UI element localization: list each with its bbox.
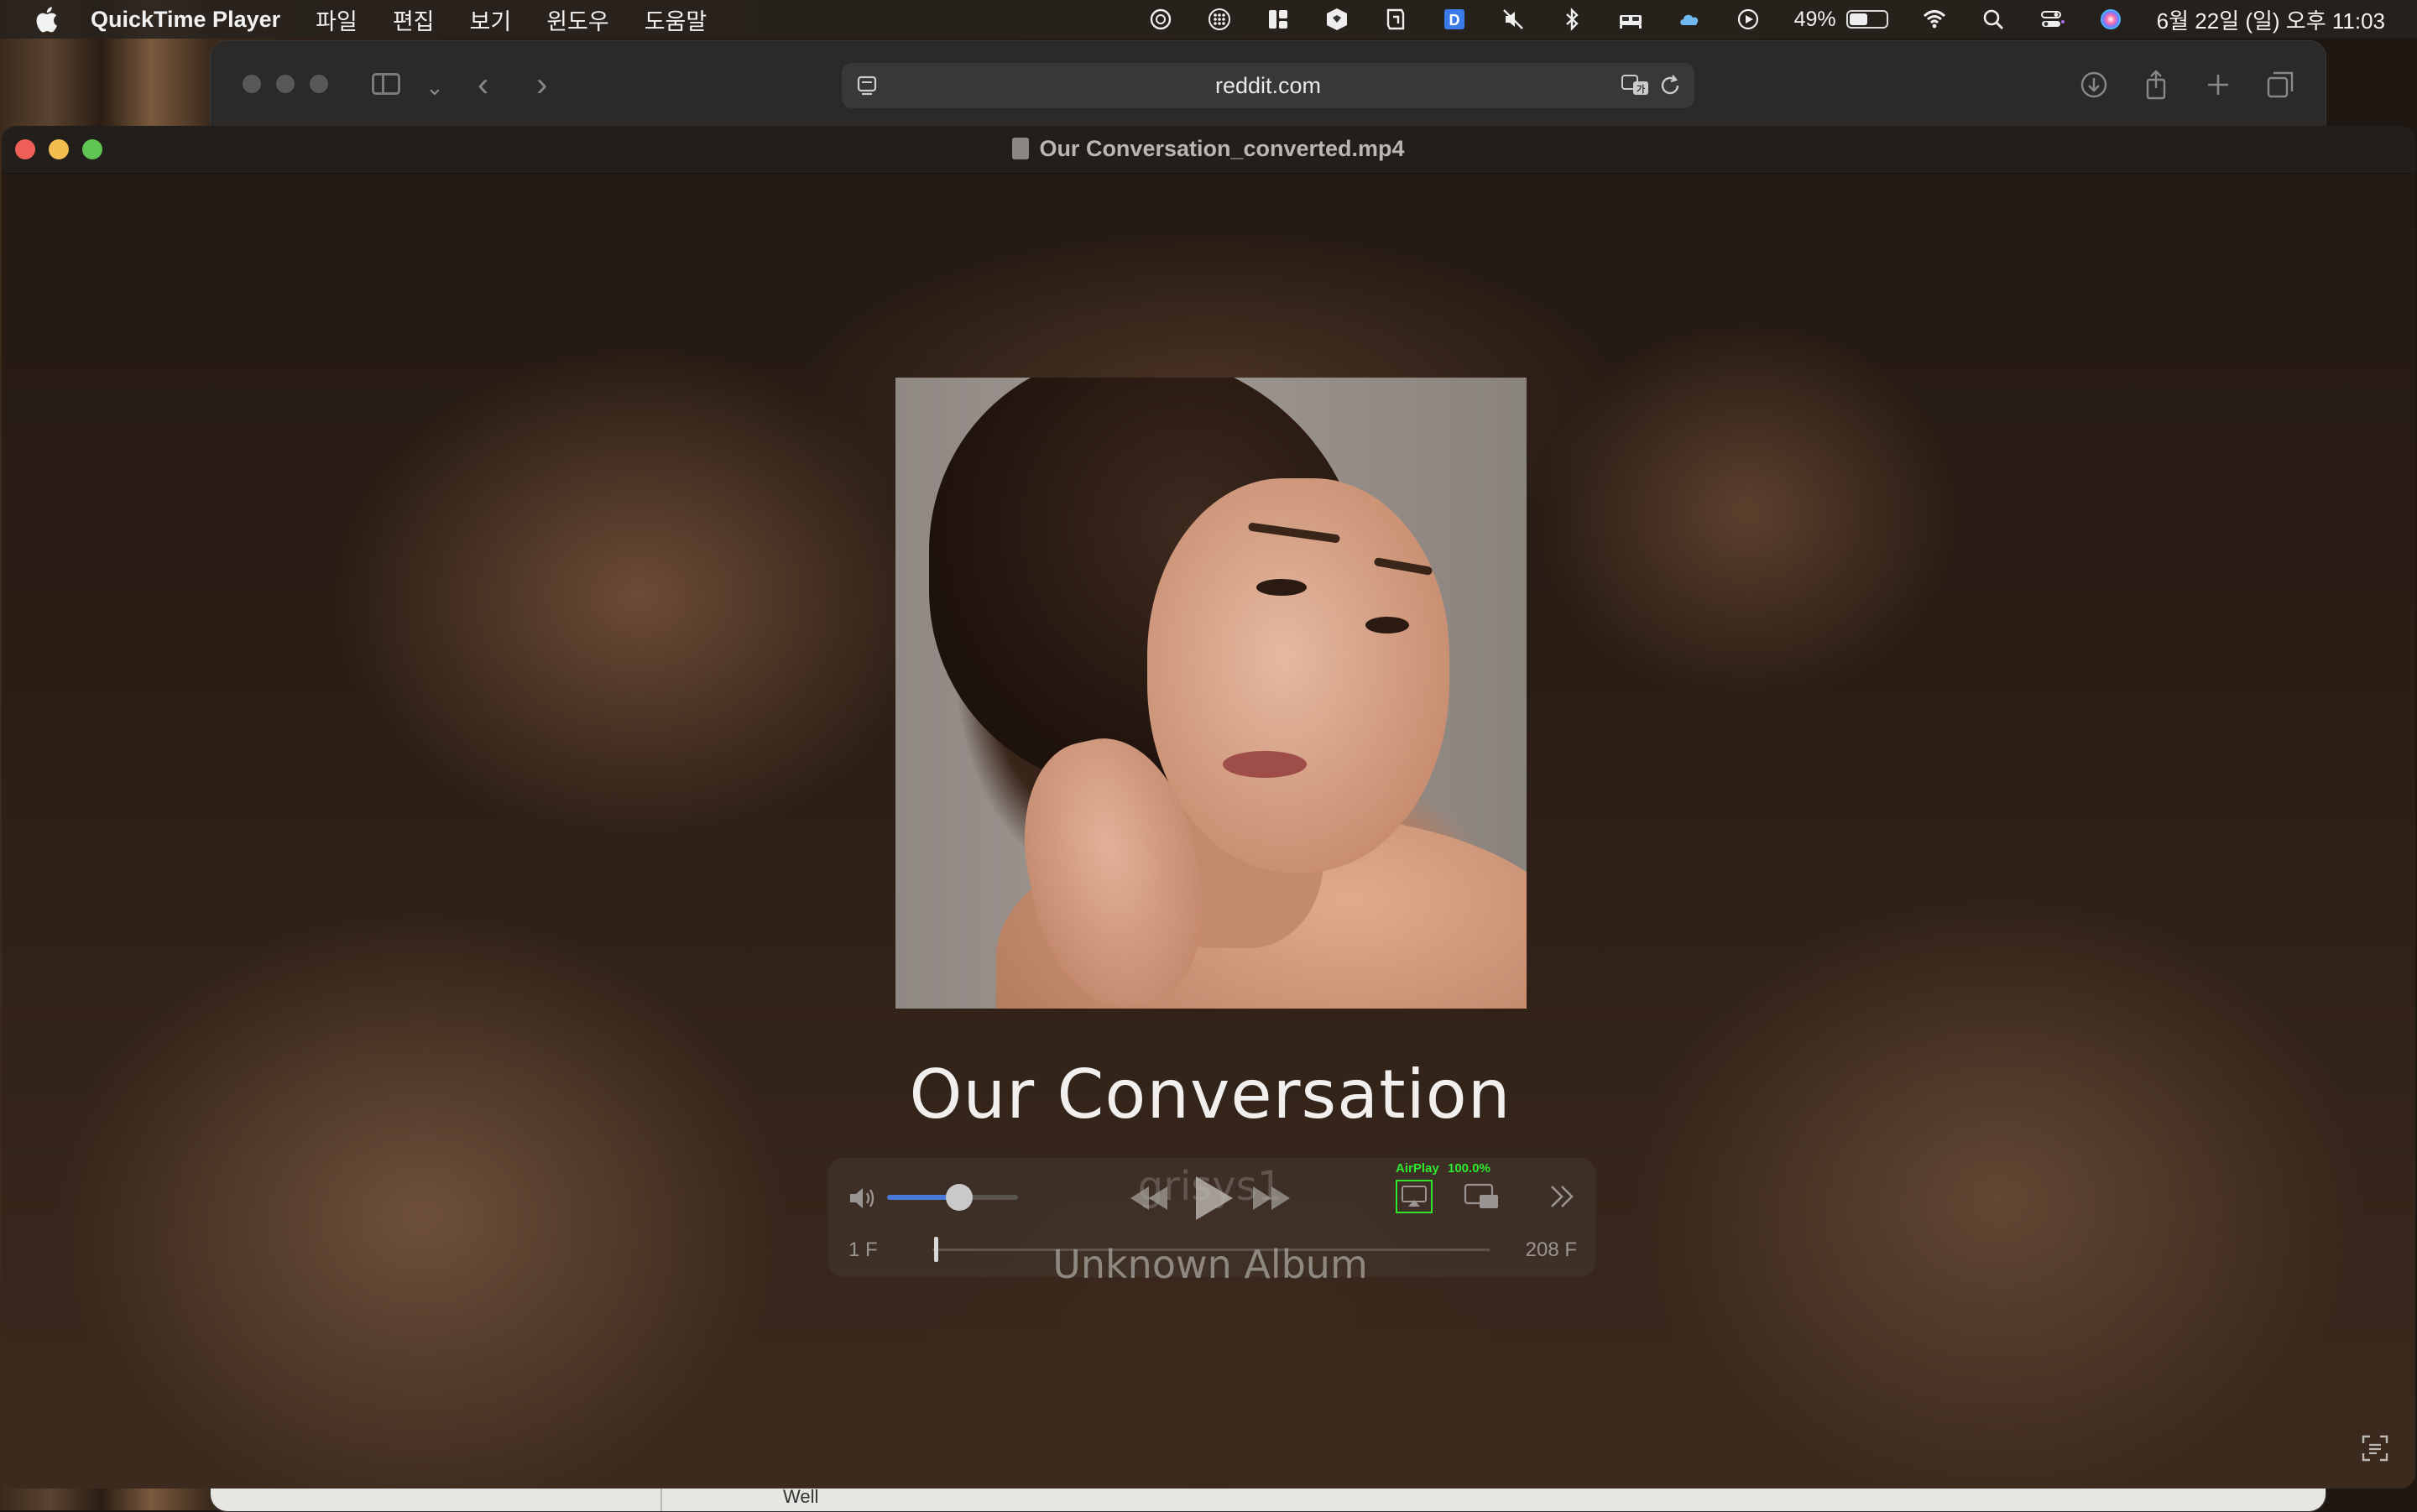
safari-content-label: Well (783, 1486, 819, 1507)
translate-icon[interactable]: 가 (1621, 73, 1651, 98)
menu-bar-clock[interactable]: 6월 22일 (일) 오후 11:03 (2157, 4, 2385, 35)
grid-dots-icon[interactable] (1207, 7, 1232, 32)
control-center-icon[interactable] (2039, 7, 2065, 32)
search-icon[interactable] (1981, 7, 2006, 32)
battery-icon[interactable] (1845, 10, 1888, 29)
artwork-eye-left (1256, 579, 1307, 596)
chatgpt-icon[interactable] (1148, 7, 1173, 32)
airplay-button[interactable] (1396, 1180, 1433, 1213)
vpn-icon[interactable] (1383, 7, 1408, 32)
sidebar-toggle-icon[interactable] (372, 73, 400, 95)
address-bar[interactable]: reddit.com 가 (842, 63, 1694, 108)
picture-in-picture-icon[interactable] (1463, 1181, 1501, 1212)
reload-icon[interactable] (1657, 73, 1683, 98)
playback-speed-label: 100.0% (1448, 1161, 1490, 1176)
svg-text:D: D (1449, 12, 1459, 29)
artwork-eye-right (1365, 617, 1409, 633)
dictionary-icon[interactable]: D (1442, 7, 1467, 32)
address-text: reddit.com (1214, 72, 1322, 98)
back-button-icon[interactable]: ‹ (478, 66, 488, 104)
tab-overview-icon[interactable] (2263, 68, 2297, 102)
apple-menu-icon[interactable] (34, 5, 59, 34)
wifi-icon[interactable] (1922, 7, 1947, 32)
quicktime-window: Our Conversation_converted.mp4 Our Conve… (2, 126, 2415, 1489)
bluetooth-icon[interactable] (1559, 7, 1584, 32)
shield-icon[interactable] (1324, 7, 1349, 32)
play-icon[interactable] (1189, 1173, 1236, 1223)
play-circle-icon[interactable] (1736, 7, 1761, 32)
album-artwork (895, 378, 1527, 1009)
new-tab-icon[interactable] (2201, 68, 2235, 102)
app-name-menu[interactable]: QuickTime Player (91, 7, 280, 33)
safari-minimize-button[interactable] (276, 75, 295, 93)
siri-icon[interactable] (2098, 7, 2123, 32)
menu-bar: QuickTime Player 파일 편집 보기 윈도우 도움말 D 49% … (0, 0, 2417, 39)
battery-percent: 49% (1793, 7, 1836, 31)
artwork-lips (1223, 751, 1307, 778)
share-icon[interactable] (2139, 68, 2173, 102)
share-chevrons-icon[interactable] (1547, 1181, 1579, 1212)
track-title: Our Conversation (909, 1056, 1511, 1134)
volume-slider[interactable] (887, 1184, 1018, 1211)
track-album: Unknown Album (1052, 1242, 1368, 1287)
quicktime-titlebar: Our Conversation_converted.mp4 (2, 126, 2415, 174)
forward-button-icon[interactable]: › (536, 66, 547, 104)
airplay-icon (1402, 1186, 1427, 1207)
window-title: Our Conversation_converted.mp4 (2, 136, 2415, 162)
page-menu-icon[interactable] (855, 74, 879, 97)
menu-edit[interactable]: 편집 (393, 3, 435, 36)
rewind-icon[interactable] (1127, 1181, 1171, 1215)
airplay-label: AirPlay (1396, 1161, 1439, 1176)
menu-help[interactable]: 도움말 (645, 3, 707, 36)
cloud-icon[interactable] (1677, 7, 1702, 32)
svg-text:가: 가 (1637, 83, 1645, 95)
downloads-icon[interactable] (2077, 68, 2111, 102)
menu-file[interactable]: 파일 (316, 3, 358, 36)
live-text-icon[interactable] (2360, 1433, 2390, 1463)
volume-icon[interactable] (847, 1183, 880, 1213)
mute-icon[interactable] (1501, 7, 1526, 32)
menu-window[interactable]: 윈도우 (546, 3, 609, 36)
safari-maximize-button[interactable] (310, 75, 328, 93)
safari-close-button[interactable] (243, 75, 261, 93)
bed-icon[interactable] (1618, 7, 1643, 32)
menu-bar-status-area: D 49% 6월 22일 (일) 오후 11:03 (1115, 0, 2385, 39)
layout-icon[interactable] (1266, 7, 1291, 32)
fast-forward-icon[interactable] (1250, 1181, 1293, 1215)
menu-view[interactable]: 보기 (470, 3, 512, 36)
volume-slider-knob[interactable] (945, 1184, 973, 1211)
document-icon (1012, 138, 1030, 159)
window-title-text: Our Conversation_converted.mp4 (1039, 136, 1405, 161)
tab-group-chevron-icon[interactable]: ⌄ (425, 75, 444, 101)
